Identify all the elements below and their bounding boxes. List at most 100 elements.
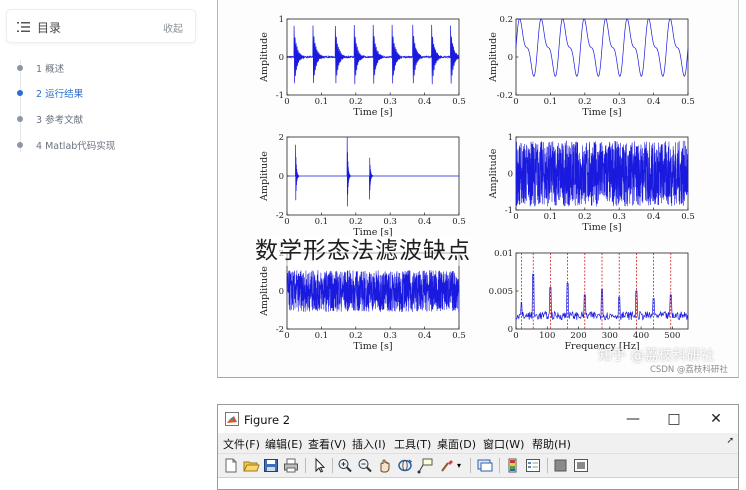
zoom-out-icon[interactable] (356, 457, 374, 474)
y-tick-label: 0 (279, 172, 284, 182)
menu-help[interactable]: 帮助(H) (532, 436, 571, 452)
y-axis-label: Amplitude (259, 32, 270, 83)
pan-icon[interactable] (376, 457, 394, 474)
link-plot-icon[interactable] (476, 457, 494, 474)
x-tick-label: 0.2 (578, 97, 592, 107)
y-tick-label: 0.2 (499, 15, 513, 25)
colorbar-icon[interactable] (504, 457, 522, 474)
subplots-canvas: 0 0.1 0.2 0.3 0.4 0.5-101Time [s]Amplitude0 0.… (259, 15, 695, 352)
x-tick-label: 500 (664, 331, 680, 341)
y-tick-label: -0.2 (497, 91, 513, 101)
legend-icon[interactable] (524, 457, 542, 474)
new-figure-icon[interactable] (222, 457, 240, 474)
toc-header: 目录 收起 (6, 9, 196, 43)
x-axis-label: Time [s] (353, 341, 392, 352)
x-tick-label: 0.4 (418, 217, 432, 227)
x-tick-label: 0.2 (349, 217, 363, 227)
screenshot-stage: 目录 收起 1 概述 2 运行结果 3 参考文献 4 Matlab代码实现 0 0… (0, 0, 746, 490)
pointer-icon[interactable] (310, 457, 328, 474)
list-icon (17, 22, 30, 32)
subplot-1: 0 0.1 0.2 0.3 0.4 0.5-101Time [s]Amplitude (259, 15, 466, 118)
toc-collapse-button[interactable]: 收起 (163, 20, 183, 35)
toc-item-label: 1 概述 (36, 64, 65, 75)
menu-view[interactable]: 查看(V) (308, 436, 346, 452)
close-icon[interactable]: ✕ (706, 409, 726, 429)
toolbar-separator (332, 458, 333, 473)
x-tick-label: 100 (539, 331, 555, 341)
figure2-menubar: 文件(F) 编辑(E) 查看(V) 插入(I) 工具(T) 桌面(D) 窗口(W… (218, 433, 738, 453)
toc-item-matlab-code[interactable]: 4 Matlab代码实现 (0, 136, 200, 154)
toolbar-separator (547, 458, 548, 473)
y-axis-label: Amplitude (488, 148, 499, 199)
toc-item-references[interactable]: 3 参考文献 (0, 110, 200, 128)
x-tick-label: 400 (633, 331, 649, 341)
menu-edit[interactable]: 编辑(E) (265, 436, 303, 452)
toolbar-separator (305, 458, 306, 473)
toolbar-separator (470, 458, 471, 473)
toc-title: 目录 (37, 21, 62, 35)
hide-plot-tools-icon[interactable] (552, 457, 570, 474)
x-tick-label: 0.5 (452, 331, 466, 341)
figure2-canvas (218, 477, 738, 489)
x-axis-label: Time [s] (353, 107, 392, 118)
x-tick-label: 0.2 (349, 331, 363, 341)
toc-dot (17, 90, 23, 96)
menu-desktop[interactable]: 桌面(D) (437, 436, 476, 452)
maximize-icon[interactable]: □ (664, 409, 684, 429)
menu-window[interactable]: 窗口(W) (483, 436, 524, 452)
x-tick-label: 0.1 (544, 212, 558, 222)
y-tick-label: 0 (508, 170, 513, 180)
zoom-in-icon[interactable] (336, 457, 354, 474)
y-tick-label: -2 (276, 325, 284, 335)
x-tick-label: 0.2 (578, 212, 592, 222)
x-tick-label: 0.5 (681, 212, 695, 222)
brush-dropdown-icon[interactable]: ▾ (457, 457, 465, 474)
y-tick-label: 1 (508, 133, 513, 143)
x-tick-label: 0.4 (418, 97, 432, 107)
x-tick-label: 0.4 (647, 97, 661, 107)
data-cursor-icon[interactable] (416, 457, 434, 474)
x-tick-label: 300 (602, 331, 618, 341)
subplot-6: 0 100 200 300 400 50000.0050.01Frequency [Hz] (489, 249, 689, 352)
toc-dot (17, 116, 23, 122)
x-tick-label: 0.5 (452, 97, 466, 107)
minimize-icon[interactable]: — (623, 409, 643, 429)
y-tick-label: 0 (508, 325, 513, 335)
print-icon[interactable] (282, 457, 300, 474)
y-tick-label: 0.005 (489, 287, 513, 297)
figure-image: 0 0.1 0.2 0.3 0.4 0.5 -1 0 1 Time [s] Amplitude 0 0.… (217, 0, 739, 378)
open-file-icon[interactable] (242, 457, 260, 474)
figure2-titlebar[interactable]: Figure 2 — □ ✕ (218, 405, 738, 433)
y-tick-label: -2 (276, 211, 284, 221)
toc-item-label: 4 Matlab代码实现 (36, 141, 116, 152)
show-plot-tools-icon[interactable] (572, 457, 590, 474)
x-tick-label: 0 (513, 97, 518, 107)
toc-dot (17, 142, 23, 148)
menu-tools[interactable]: 工具(T) (394, 436, 431, 452)
matlab-logo-icon (225, 412, 239, 426)
x-tick-label: 0.5 (452, 217, 466, 227)
menu-dock-arrow-icon[interactable]: ➚ (726, 436, 734, 446)
toc-dot (17, 65, 23, 71)
x-tick-label: 0.5 (681, 97, 695, 107)
x-tick-label: 0.3 (383, 331, 397, 341)
x-tick-label: 0 (284, 331, 289, 341)
toc-item-overview[interactable]: 1 概述 (0, 59, 200, 77)
menu-file[interactable]: 文件(F) (223, 436, 260, 452)
y-axis-label: Amplitude (259, 266, 270, 317)
x-tick-label: 0.1 (544, 97, 558, 107)
toc-item-label: 3 参考文献 (36, 115, 84, 126)
brush-icon[interactable] (438, 457, 456, 474)
save-icon[interactable] (262, 457, 280, 474)
x-tick-label: 0 (513, 212, 518, 222)
rotate-3d-icon[interactable] (396, 457, 414, 474)
y-tick-label: 0 (279, 287, 284, 297)
toc-item-results[interactable]: 2 运行结果 (0, 84, 200, 102)
menu-insert[interactable]: 插入(I) (352, 436, 386, 452)
y-tick-label: -1 (505, 206, 513, 216)
subplot-4: 0 0.1 0.2 0.3 0.4 0.5-101Time [s]Amplitude (488, 133, 695, 233)
x-tick-label: 0.1 (315, 331, 329, 341)
x-tick-label: 0.3 (383, 97, 397, 107)
x-axis-label: Time [s] (582, 222, 621, 233)
subplot-2: 0 0.1 0.2 0.3 0.4 0.5-0.200.2Time [s]Amplitud… (488, 15, 695, 118)
